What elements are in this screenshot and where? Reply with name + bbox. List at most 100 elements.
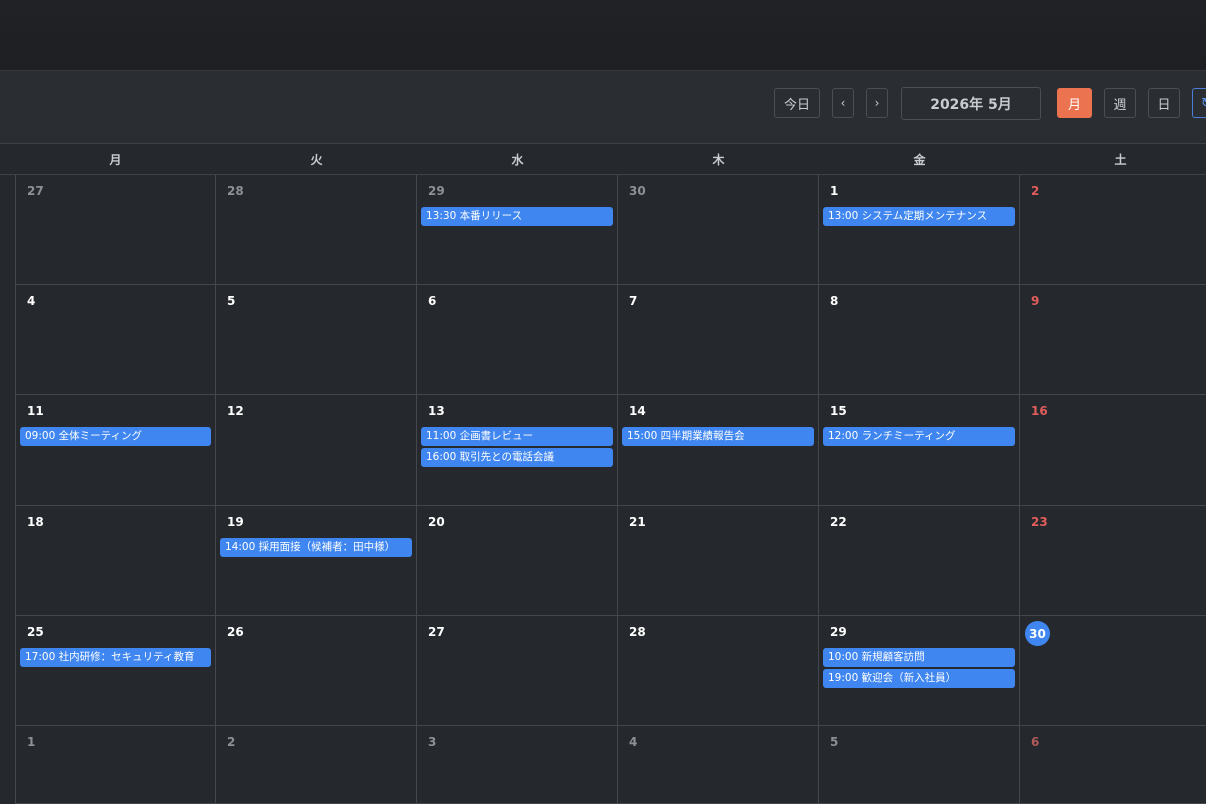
day-number: 29 (830, 625, 847, 639)
day-cell[interactable]: 29 13:30 本番リリース (417, 175, 618, 285)
day-cell[interactable]: 6 (1020, 726, 1206, 804)
day-number: 20 (428, 515, 445, 529)
today-day-number: 30 (1025, 621, 1050, 646)
day-number: 7 (629, 294, 638, 308)
day-number: 14 (629, 404, 646, 418)
day-cell[interactable]: 6 (417, 285, 618, 395)
day-number: 23 (1031, 515, 1048, 529)
day-number: 6 (1031, 735, 1040, 749)
day-cell[interactable]: 26 (216, 616, 417, 726)
today-button[interactable]: 今日 (774, 88, 820, 118)
calendar-event[interactable]: 16:00 取引先との電話会議 (421, 448, 613, 467)
day-cell[interactable]: 4 (618, 726, 819, 804)
day-number: 28 (227, 184, 244, 198)
calendar-event[interactable]: 13:30 本番リリース (421, 207, 613, 226)
weekday-header: 月火水木金土 (0, 143, 1206, 175)
day-number: 30 (629, 184, 646, 198)
day-number: 21 (629, 515, 646, 529)
day-cell[interactable]: 28 (618, 616, 819, 726)
day-number: 5 (227, 294, 236, 308)
day-cell[interactable]: 16 (1020, 395, 1206, 506)
day-cell[interactable]: 15 12:00 ランチミーティング (819, 395, 1020, 506)
day-number: 11 (27, 404, 44, 418)
day-number: 6 (428, 294, 437, 308)
day-number: 12 (227, 404, 244, 418)
day-cell[interactable]: 9 (1020, 285, 1206, 395)
day-view-button[interactable]: 日 (1148, 88, 1180, 118)
day-cell[interactable]: 13 11:00 企画書レビュー 16:00 取引先との電話会議 (417, 395, 618, 506)
day-number: 3 (428, 735, 437, 749)
day-cell[interactable]: 3 (417, 726, 618, 804)
day-number: 4 (629, 735, 638, 749)
day-cell[interactable]: 14 15:00 四半期業績報告会 (618, 395, 819, 506)
day-number: 2 (1031, 184, 1040, 198)
day-number: 25 (27, 625, 44, 639)
calendar-event[interactable]: 11:00 企画書レビュー (421, 427, 613, 446)
day-number: 18 (27, 515, 44, 529)
calendar-toolbar: 今日 ‹ › 2026年 5月 月 週 日 ↻ (0, 71, 1206, 143)
calendar-event[interactable]: 10:00 新規顧客訪問 (823, 648, 1015, 667)
week-view-button[interactable]: 週 (1104, 88, 1136, 118)
day-cell[interactable]: 23 (1020, 506, 1206, 616)
calendar-event[interactable]: 09:00 全体ミーティング (20, 427, 211, 446)
day-cell[interactable]: 2 (1020, 175, 1206, 285)
day-number: 28 (629, 625, 646, 639)
calendar-event[interactable]: 17:00 社内研修：セキュリティ教育 (20, 648, 211, 667)
day-cell[interactable]: 20 (417, 506, 618, 616)
day-number: 1 (830, 184, 839, 198)
month-grid: 27 28 29 13:30 本番リリース 30 1 13:00 システム定期メンテナンス 2… (0, 175, 1206, 804)
month-view-button[interactable]: 月 (1057, 88, 1092, 118)
day-cell[interactable]: 30 (1020, 616, 1206, 726)
day-cell[interactable]: 28 (216, 175, 417, 285)
day-cell[interactable]: 7 (618, 285, 819, 395)
day-number: 2 (227, 735, 236, 749)
day-cell[interactable]: 25 17:00 社内研修：セキュリティ教育 (15, 616, 216, 726)
day-number: 9 (1031, 294, 1040, 308)
day-cell[interactable]: 11 09:00 全体ミーティング (15, 395, 216, 506)
day-cell[interactable]: 27 (15, 175, 216, 285)
day-number: 26 (227, 625, 244, 639)
day-number: 27 (428, 625, 445, 639)
calendar-event[interactable]: 13:00 システム定期メンテナンス (823, 207, 1015, 226)
day-cell[interactable]: 8 (819, 285, 1020, 395)
day-cell[interactable]: 12 (216, 395, 417, 506)
day-number: 15 (830, 404, 847, 418)
calendar-event[interactable]: 15:00 四半期業績報告会 (622, 427, 814, 446)
calendar-event[interactable]: 12:00 ランチミーティング (823, 427, 1015, 446)
day-number: 19 (227, 515, 244, 529)
day-number: 13 (428, 404, 445, 418)
day-number: 5 (830, 735, 839, 749)
day-cell[interactable]: 2 (216, 726, 417, 804)
weekday-label: 水 (511, 153, 524, 167)
day-number: 1 (27, 735, 36, 749)
day-number: 29 (428, 184, 445, 198)
weekday-label: 木 (712, 153, 725, 167)
next-month-button[interactable]: › (866, 88, 888, 118)
day-cell[interactable]: 21 (618, 506, 819, 616)
day-cell[interactable]: 1 (15, 726, 216, 804)
calendar-event[interactable]: 19:00 歓迎会（新入社員） (823, 669, 1015, 688)
weekday-label: 金 (913, 153, 926, 167)
day-number: 8 (830, 294, 839, 308)
refresh-icon[interactable]: ↻ (1192, 88, 1206, 118)
day-cell[interactable]: 1 13:00 システム定期メンテナンス (819, 175, 1020, 285)
day-cell[interactable]: 19 14:00 採用面接（候補者：田中様） (216, 506, 417, 616)
top-app-bar (0, 0, 1206, 71)
day-cell[interactable]: 27 (417, 616, 618, 726)
prev-month-button[interactable]: ‹ (832, 88, 854, 118)
weekday-label: 土 (1114, 153, 1127, 167)
weekday-label: 月 (109, 153, 122, 167)
day-cell[interactable]: 5 (216, 285, 417, 395)
day-cell[interactable]: 5 (819, 726, 1020, 804)
day-number: 27 (27, 184, 44, 198)
weekday-label: 火 (310, 153, 323, 167)
day-cell[interactable]: 18 (15, 506, 216, 616)
calendar-event[interactable]: 14:00 採用面接（候補者：田中様） (220, 538, 412, 557)
day-cell[interactable]: 30 (618, 175, 819, 285)
day-number: 4 (27, 294, 36, 308)
day-cell[interactable]: 4 (15, 285, 216, 395)
current-month-label: 2026年 5月 (901, 87, 1041, 120)
day-cell[interactable]: 29 10:00 新規顧客訪問 19:00 歓迎会（新入社員） (819, 616, 1020, 726)
day-cell[interactable]: 22 (819, 506, 1020, 616)
day-number: 16 (1031, 404, 1048, 418)
